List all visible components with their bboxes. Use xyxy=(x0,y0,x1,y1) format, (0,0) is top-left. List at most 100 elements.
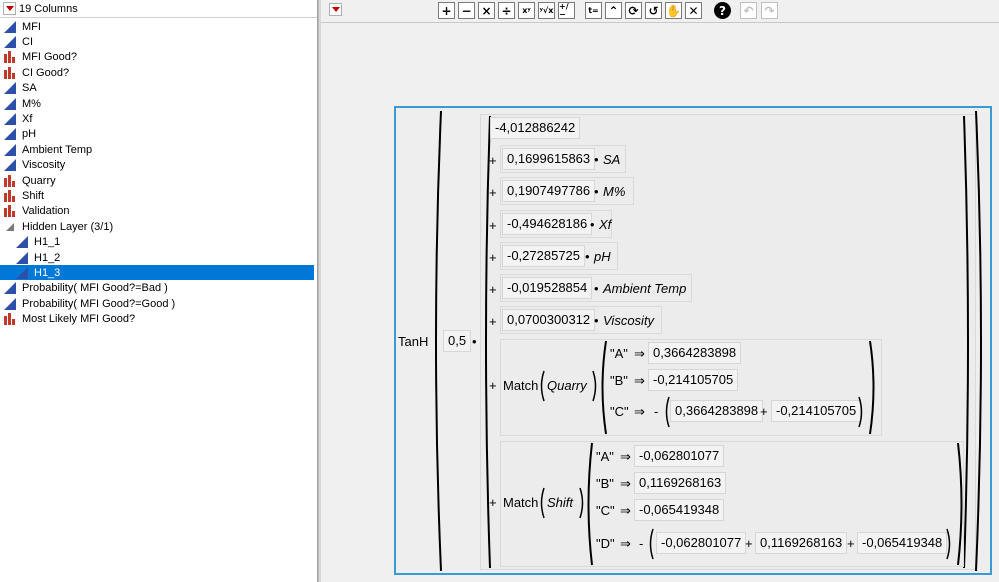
multiply-button[interactable]: × xyxy=(478,2,495,19)
assign-button[interactable]: t= xyxy=(585,2,602,19)
continuous-column-icon xyxy=(4,143,18,156)
multiply-dot: • xyxy=(594,184,599,199)
shift-key-c[interactable]: "C" xyxy=(596,503,615,518)
column-item[interactable]: Viscosity xyxy=(0,158,314,173)
raise-button[interactable]: ⌃ xyxy=(605,2,622,19)
coef-ph[interactable]: -0,27285725 xyxy=(502,245,586,267)
column-item[interactable]: Probability( MFI Good?=Bad ) xyxy=(0,281,314,296)
shift-open-paren xyxy=(587,442,593,566)
continuous-column-icon xyxy=(4,97,18,110)
quarry-close-paren xyxy=(869,340,875,435)
column-item[interactable]: pH xyxy=(0,127,314,142)
divide-button[interactable]: ÷ xyxy=(498,2,515,19)
shift-value-b[interactable]: 0,1169268163 xyxy=(634,472,727,494)
column-item[interactable]: H1_3 xyxy=(0,265,314,281)
delete-button[interactable]: ✕ xyxy=(685,2,702,19)
column-label: MFI xyxy=(22,20,41,33)
help-icon[interactable]: ? xyxy=(714,2,731,19)
quarry-value-a[interactable]: 0,3664283898 xyxy=(648,342,742,364)
shift-key-d[interactable]: "D" xyxy=(596,536,615,551)
panel-splitter[interactable] xyxy=(318,0,321,582)
column-item[interactable]: H1_1 xyxy=(0,235,314,250)
columns-panel: 19 Columns MFI CI MFI Good? CI Good? SA M% Xf p… xyxy=(0,0,318,582)
shift-value-a[interactable]: -0,062801077 xyxy=(634,445,725,467)
arrow-icon: ⇒ xyxy=(634,346,645,361)
subtract-button[interactable]: − xyxy=(458,2,475,19)
var-sa[interactable]: SA xyxy=(603,152,620,167)
column-item[interactable]: CI Good? xyxy=(0,65,314,80)
match-shift-label[interactable]: Match xyxy=(503,495,538,510)
column-item[interactable]: M% xyxy=(0,96,314,111)
continuous-column-icon xyxy=(4,82,18,95)
column-label: Probability( MFI Good?=Good ) xyxy=(22,297,176,310)
column-label: pH xyxy=(22,128,37,141)
power-button[interactable]: xʸ xyxy=(518,2,535,19)
column-item[interactable]: CI xyxy=(0,34,314,49)
shift-value-c[interactable]: -0,065419348 xyxy=(634,499,725,521)
continuous-column-icon xyxy=(4,159,18,172)
var-quarry[interactable]: Quarry xyxy=(547,378,587,393)
column-item[interactable]: Ambient Temp xyxy=(0,142,314,157)
formula-menu-triangle-icon[interactable] xyxy=(329,3,342,16)
coef-xf[interactable]: -0,494628186 xyxy=(502,213,593,235)
shift-value-d1[interactable]: -0,062801077 xyxy=(656,532,747,554)
plus-sign: + xyxy=(489,218,497,233)
pan-hand-icon[interactable]: ✋ xyxy=(665,2,682,19)
shift-key-a[interactable]: "A" xyxy=(596,449,614,464)
column-item[interactable]: H1_2 xyxy=(0,250,314,265)
plus-sign: + xyxy=(489,185,497,200)
undo-button[interactable]: ↶ xyxy=(740,2,757,19)
plus-sign: + xyxy=(760,404,768,419)
peel-button[interactable]: ⟳ xyxy=(625,2,642,19)
nominal-column-icon xyxy=(4,174,18,187)
quarry-key-c[interactable]: "C" xyxy=(610,404,629,419)
redo-button[interactable]: ↷ xyxy=(761,2,778,19)
arrow-icon: ⇒ xyxy=(634,373,645,388)
shift-value-d2[interactable]: 0,1169268163 xyxy=(755,532,848,554)
quarry-value-b[interactable]: -0,214105705 xyxy=(648,369,739,391)
column-item[interactable]: Hidden Layer (3/1) xyxy=(0,219,314,234)
tanh-function[interactable]: TanH xyxy=(398,334,428,349)
var-shift[interactable]: Shift xyxy=(547,495,573,510)
swap-button[interactable]: ↺ xyxy=(645,2,662,19)
match-quarry-label[interactable]: Match xyxy=(503,378,538,393)
column-item[interactable]: Shift xyxy=(0,188,314,203)
column-item[interactable]: Quarry xyxy=(0,173,314,188)
continuous-column-icon xyxy=(4,128,18,141)
var-ambient-temp[interactable]: Ambient Temp xyxy=(603,281,686,296)
coef-m[interactable]: 0,1907497786 xyxy=(502,180,596,202)
quarry-key-a[interactable]: "A" xyxy=(610,346,628,361)
column-item[interactable]: Xf xyxy=(0,111,314,126)
intercept-value[interactable]: -4,012886242 xyxy=(490,117,581,139)
shift-value-d3[interactable]: -0,065419348 xyxy=(857,532,948,554)
quarry-key-b[interactable]: "B" xyxy=(610,373,628,388)
coef-ambient-temp[interactable]: -0,019528854 xyxy=(502,277,593,299)
root-button[interactable]: ʸ√x xyxy=(538,2,555,19)
quarry-value-c1[interactable]: 0,3664283898 xyxy=(670,400,764,422)
var-viscosity[interactable]: Viscosity xyxy=(603,313,654,328)
formula-editor[interactable]: TanH 0,5 • -4,012886242 + 0,1699615863 •… xyxy=(394,106,992,575)
column-item[interactable]: MFI xyxy=(0,19,314,34)
nominal-column-icon xyxy=(4,313,18,326)
coef-viscosity[interactable]: 0,0700300312 xyxy=(502,309,596,331)
column-label: H1_3 xyxy=(34,266,61,279)
scale-constant[interactable]: 0,5 xyxy=(443,330,472,352)
coef-sa[interactable]: 0,1699615863 xyxy=(502,148,596,170)
quarry-value-c2[interactable]: -0,214105705 xyxy=(771,400,862,422)
var-xf[interactable]: Xf xyxy=(599,217,611,232)
column-label: Probability( MFI Good?=Bad ) xyxy=(22,282,168,295)
continuous-column-icon xyxy=(4,297,18,310)
column-item[interactable]: Most Likely MFI Good? xyxy=(0,312,314,327)
shift-key-b[interactable]: "B" xyxy=(596,476,614,491)
column-item[interactable]: Probability( MFI Good?=Good ) xyxy=(0,296,314,311)
negate-button[interactable]: +/− xyxy=(558,2,575,19)
var-ph[interactable]: pH xyxy=(594,249,611,264)
add-button[interactable]: + xyxy=(438,2,455,19)
plus-sign: + xyxy=(489,378,497,393)
column-item[interactable]: SA xyxy=(0,81,314,96)
column-item[interactable]: MFI Good? xyxy=(0,50,314,65)
expand-triangle-icon xyxy=(4,221,18,233)
var-m[interactable]: M% xyxy=(603,184,625,199)
column-item[interactable]: Validation xyxy=(0,204,314,219)
columns-menu-triangle-icon[interactable] xyxy=(3,2,16,15)
